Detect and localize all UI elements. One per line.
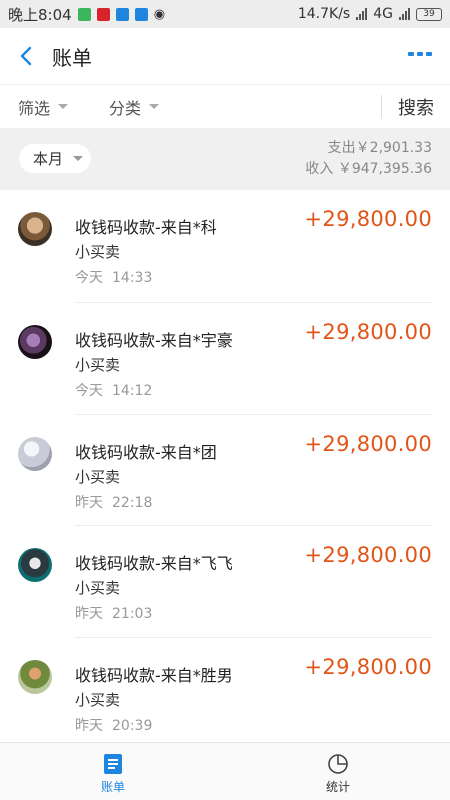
transaction-amount: +29,800.00	[304, 207, 432, 231]
filter-bar: 筛选 分类 搜索	[0, 84, 450, 128]
nav-stats[interactable]: 统计	[308, 753, 368, 795]
transaction-row[interactable]: 收钱码收款-来自*科 小买卖 今天 14:33 +29,800.00	[0, 190, 450, 303]
income-total: 收入 ￥947,395.36	[305, 161, 432, 177]
page-title: 账单	[52, 45, 92, 70]
bottom-navigation: 账单 统计	[0, 742, 450, 800]
app-header: 账单	[0, 28, 450, 84]
notification-app-icon	[96, 7, 110, 21]
bill-icon	[104, 754, 122, 774]
notification-app-icon	[115, 7, 129, 21]
pie-chart-icon	[328, 754, 348, 774]
category-dropdown[interactable]: 分类	[109, 95, 160, 119]
back-arrow-icon[interactable]	[4, 28, 48, 84]
caret-down-icon	[73, 156, 84, 161]
transaction-time: 昨天 20:39	[75, 717, 153, 734]
transaction-title: 收钱码收款-来自*科	[75, 218, 217, 237]
more-options-icon[interactable]	[408, 52, 432, 56]
transaction-title: 收钱码收款-来自*团	[75, 442, 217, 462]
transaction-time: 今天 14:33	[75, 270, 153, 286]
transaction-category: 小买卖	[75, 690, 121, 709]
battery-icon: 39	[416, 7, 442, 21]
filter-label: 筛选	[18, 98, 51, 118]
caret-down-icon	[149, 104, 160, 109]
transaction-amount: +29,800.00	[304, 543, 432, 567]
transaction-row[interactable]: 收钱码收款-来自*胜男 小买卖 昨天 20:39 +29,800.00	[0, 638, 450, 750]
network-type: 4G	[373, 6, 393, 22]
signal-icon	[399, 8, 410, 20]
transaction-category: 小买卖	[75, 467, 121, 486]
transaction-category: 小买卖	[75, 243, 121, 261]
avatar	[18, 659, 52, 694]
search-button[interactable]: 搜索	[398, 94, 434, 120]
transaction-row[interactable]: 收钱码收款-来自*团 小买卖 昨天 22:18 +29,800.00	[0, 415, 450, 526]
month-summary: 支出￥2,901.33 收入 ￥947,395.36	[305, 138, 432, 180]
nav-bill-label: 账单	[100, 780, 125, 794]
transaction-row[interactable]: 收钱码收款-来自*飞飞 小买卖 昨天 21:03 +29,800.00	[0, 526, 450, 638]
status-bar: 晚上8:04 ◉ 14.7K/s 4G 39	[0, 0, 450, 28]
month-summary-bar: 本月 支出￥2,901.33 收入 ￥947,395.36	[0, 128, 450, 190]
filter-dropdown[interactable]: 筛选	[18, 95, 69, 119]
transaction-time: 昨天 21:03	[75, 606, 153, 622]
nav-bill[interactable]: 账单	[83, 753, 143, 795]
category-label: 分类	[109, 98, 142, 118]
notification-app-icon	[134, 7, 148, 21]
caret-down-icon	[58, 104, 69, 109]
transaction-time: 今天 14:12	[75, 383, 153, 399]
transaction-amount: +29,800.00	[304, 320, 432, 344]
transaction-list: 收钱码收款-来自*科 小买卖 今天 14:33 +29,800.00 收钱码收款-…	[0, 190, 450, 749]
transaction-time: 昨天 22:18	[75, 494, 153, 511]
avatar	[18, 325, 52, 359]
transaction-category: 小买卖	[75, 356, 121, 374]
eye-icon: ◉	[153, 6, 166, 22]
net-speed: 14.7K/s	[297, 6, 351, 22]
divider	[381, 95, 382, 119]
transaction-row[interactable]: 收钱码收款-来自*宇豪 小买卖 今天 14:12 +29,800.00	[0, 303, 450, 415]
month-selector[interactable]: 本月	[19, 144, 91, 173]
expense-total: 支出￥2,901.33	[327, 140, 432, 156]
notification-app-icon	[77, 7, 91, 21]
month-label: 本月	[33, 150, 64, 168]
transaction-title: 收钱码收款-来自*胜男	[75, 665, 233, 685]
transaction-title: 收钱码收款-来自*飞飞	[75, 554, 233, 573]
status-time: 晚上8:04	[8, 5, 72, 24]
avatar	[18, 212, 52, 246]
nav-stats-label: 统计	[325, 780, 350, 794]
transaction-category: 小买卖	[75, 579, 121, 597]
transaction-title: 收钱码收款-来自*宇豪	[75, 331, 233, 350]
transaction-amount: +29,800.00	[304, 654, 432, 679]
signal-icon	[356, 8, 368, 20]
avatar	[18, 436, 52, 471]
transaction-amount: +29,800.00	[304, 431, 432, 456]
avatar	[18, 548, 52, 582]
